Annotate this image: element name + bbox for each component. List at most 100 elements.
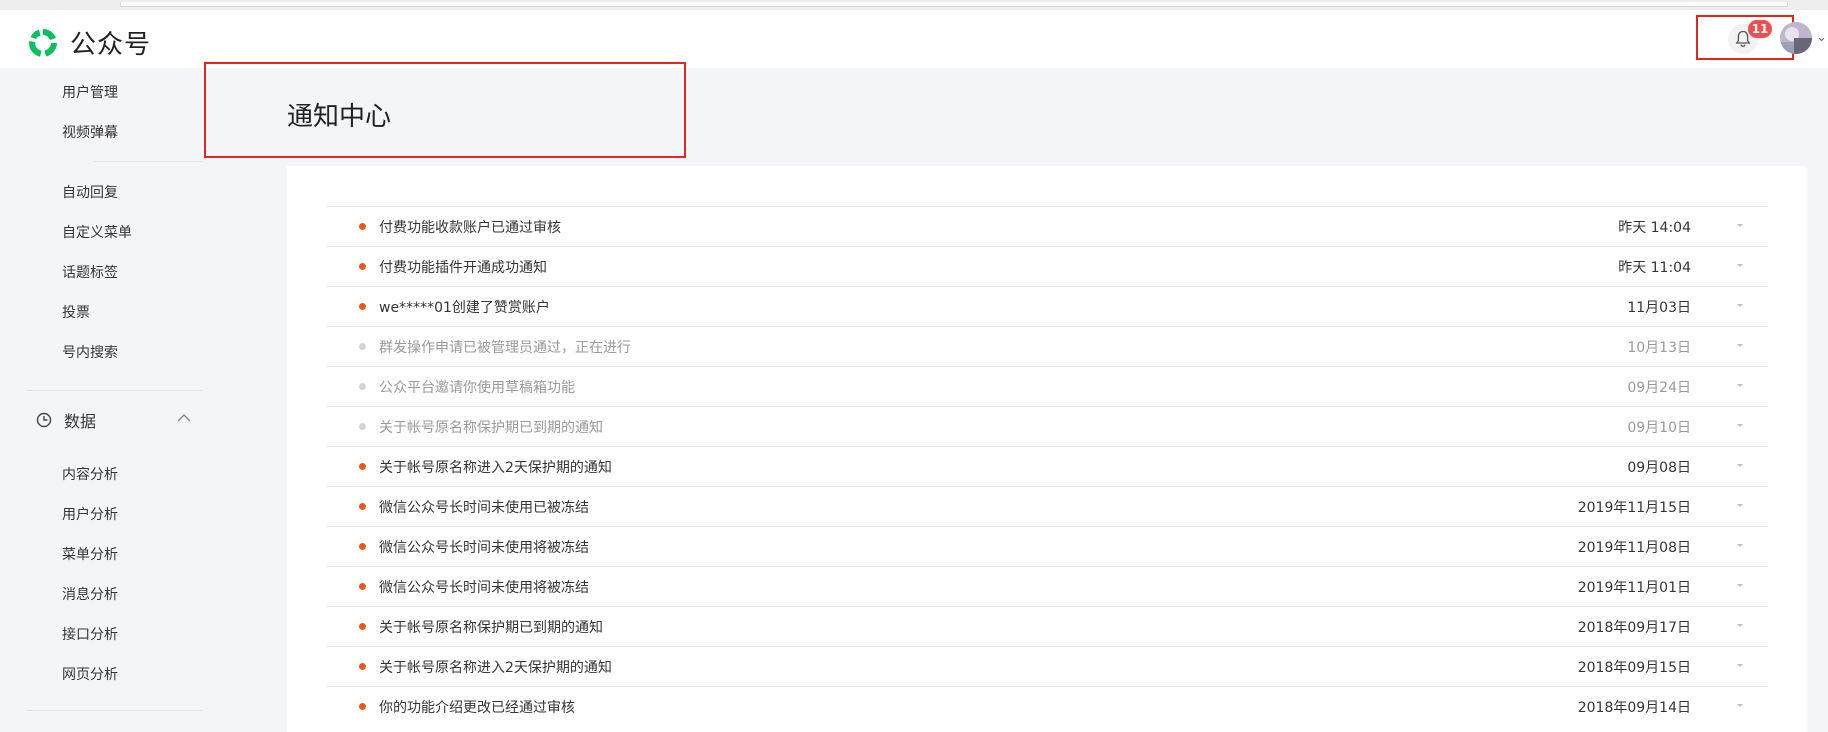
clock-icon <box>36 412 52 428</box>
sidebar-item-custom-menu[interactable]: 自定义菜单 <box>62 222 132 242</box>
sidebar-divider <box>26 390 202 391</box>
expand-caret-icon[interactable] <box>1735 500 1745 510</box>
unread-dot-icon <box>359 303 366 310</box>
unread-dot-icon <box>359 463 366 470</box>
notification-time: 昨天 14:04 <box>1618 219 1691 236</box>
notification-row[interactable]: 微信公众号长时间未使用将被冻结 2019年11月01日 <box>327 566 1767 606</box>
notification-title[interactable]: 关于帐号原名称保护期已到期的通知 <box>379 617 603 637</box>
notification-title[interactable]: 群发操作申请已被管理员通过，正在进行 <box>379 337 631 357</box>
read-dot-icon <box>359 383 366 390</box>
notification-time: 2018年09月15日 <box>1577 659 1691 676</box>
read-dot-icon <box>359 423 366 430</box>
expand-caret-icon[interactable] <box>1735 660 1745 670</box>
notification-row[interactable]: 关于帐号原名称进入2天保护期的通知 09月08日 <box>327 446 1767 486</box>
notification-row[interactable]: 关于帐号原名称保护期已到期的通知 09月10日 <box>327 406 1767 446</box>
logo[interactable]: 公众号 <box>26 24 151 61</box>
notification-count-badge: 11 <box>1748 20 1772 38</box>
expand-caret-icon[interactable] <box>1735 260 1745 270</box>
sidebar-section-label: 数据 <box>64 412 97 431</box>
sidebar-item-auto-reply[interactable]: 自动回复 <box>62 182 118 202</box>
sidebar: 用户管理 视频弹幕 自动回复 自定义菜单 话题标签 投票 号内搜索 内容分析 用… <box>0 68 234 732</box>
notification-time: 昨天 11:04 <box>1618 259 1691 276</box>
expand-caret-icon[interactable] <box>1735 420 1745 430</box>
notification-time: 2019年11月15日 <box>1577 499 1691 516</box>
notification-row[interactable]: 微信公众号长时间未使用已被冻结 2019年11月15日 <box>327 486 1767 526</box>
unread-dot-icon <box>359 223 366 230</box>
app-name: 公众号 <box>70 30 152 60</box>
browser-top-strip <box>0 0 1828 10</box>
notification-title[interactable]: 你的功能介绍更改已经通过审核 <box>379 697 575 717</box>
expand-caret-icon[interactable] <box>1735 580 1745 590</box>
notification-title[interactable]: we*****01创建了赞赏账户 <box>379 297 550 317</box>
sidebar-divider <box>26 710 202 711</box>
notification-time: 09月24日 <box>1627 379 1691 396</box>
sidebar-item-video-danmaku[interactable]: 视频弹幕 <box>62 122 118 142</box>
notification-title[interactable]: 关于帐号原名称进入2天保护期的通知 <box>379 457 612 477</box>
avatar-image-icon <box>1780 22 1812 54</box>
notification-time: 2018年09月14日 <box>1577 699 1691 716</box>
avatar[interactable] <box>1780 22 1812 54</box>
address-bar-edge <box>120 2 1788 7</box>
sidebar-item-vote[interactable]: 投票 <box>62 302 90 322</box>
notification-row[interactable]: 微信公众号长时间未使用将被冻结 2019年11月08日 <box>327 526 1767 566</box>
notification-row[interactable]: 你的功能介绍更改已经通过审核 2018年09月14日 <box>327 686 1767 726</box>
unread-dot-icon <box>359 503 366 510</box>
notification-title[interactable]: 付费功能收款账户已通过审核 <box>379 217 561 237</box>
read-dot-icon <box>359 343 366 350</box>
title-highlight-box <box>204 62 686 158</box>
sidebar-item-menu-analysis[interactable]: 菜单分析 <box>62 544 118 564</box>
expand-caret-icon[interactable] <box>1735 620 1745 630</box>
expand-caret-icon[interactable] <box>1735 220 1745 230</box>
sidebar-item-api-analysis[interactable]: 接口分析 <box>62 624 118 644</box>
notification-time: 09月08日 <box>1627 459 1691 476</box>
notification-row[interactable]: 公众平台邀请你使用草稿箱功能 09月24日 <box>327 366 1767 406</box>
unread-dot-icon <box>359 263 366 270</box>
top-header: 公众号 <box>0 10 1828 68</box>
notification-time: 2019年11月08日 <box>1577 539 1691 556</box>
notification-row[interactable]: 付费功能插件开通成功通知 昨天 11:04 <box>327 246 1767 286</box>
notification-row[interactable]: 关于帐号原名称保护期已到期的通知 2018年09月17日 <box>327 606 1767 646</box>
chevron-up-icon[interactable] <box>176 412 192 424</box>
sidebar-item-content-analysis[interactable]: 内容分析 <box>62 464 118 484</box>
notification-title[interactable]: 微信公众号长时间未使用已被冻结 <box>379 497 589 517</box>
expand-caret-icon[interactable] <box>1735 700 1745 710</box>
sidebar-divider <box>94 161 202 162</box>
sidebar-item-user-management[interactable]: 用户管理 <box>62 82 118 102</box>
expand-caret-icon[interactable] <box>1735 340 1745 350</box>
notification-row[interactable]: 群发操作申请已被管理员通过，正在进行 10月13日 <box>327 326 1767 366</box>
notification-title[interactable]: 微信公众号长时间未使用将被冻结 <box>379 577 589 597</box>
expand-caret-icon[interactable] <box>1735 460 1745 470</box>
notification-time: 11月03日 <box>1627 299 1691 316</box>
sidebar-item-message-analysis[interactable]: 消息分析 <box>62 584 118 604</box>
notification-row[interactable]: 付费功能收款账户已通过审核 昨天 14:04 <box>327 206 1767 246</box>
notification-time: 2018年09月17日 <box>1577 619 1691 636</box>
notification-title[interactable]: 付费功能插件开通成功通知 <box>379 257 547 277</box>
notification-row[interactable]: we*****01创建了赞赏账户 11月03日 <box>327 286 1767 326</box>
unread-dot-icon <box>359 703 366 710</box>
unread-dot-icon <box>359 543 366 550</box>
notification-time: 09月10日 <box>1627 419 1691 436</box>
wechat-mp-logo-icon <box>29 28 57 57</box>
notification-row[interactable]: 关于帐号原名称进入2天保护期的通知 2018年09月15日 <box>327 646 1767 686</box>
notification-title[interactable]: 微信公众号长时间未使用将被冻结 <box>379 537 589 557</box>
notification-time: 2019年11月01日 <box>1577 579 1691 596</box>
notification-time: 10月13日 <box>1627 339 1691 356</box>
notification-list: 付费功能收款账户已通过审核 昨天 14:04 付费功能插件开通成功通知 昨天 11:0… <box>327 206 1767 726</box>
notification-title[interactable]: 关于帐号原名称进入2天保护期的通知 <box>379 657 612 677</box>
notification-title[interactable]: 关于帐号原名称保护期已到期的通知 <box>379 417 603 437</box>
chevron-down-icon[interactable]: ⌄ <box>1816 30 1827 45</box>
unread-dot-icon <box>359 623 366 630</box>
sidebar-item-topic-tags[interactable]: 话题标签 <box>62 262 118 282</box>
expand-caret-icon[interactable] <box>1735 380 1745 390</box>
notification-card: 付费功能收款账户已通过审核 昨天 14:04 付费功能插件开通成功通知 昨天 11:0… <box>287 166 1807 732</box>
page-title: 通知中心 <box>287 102 392 132</box>
expand-caret-icon[interactable] <box>1735 540 1745 550</box>
sidebar-section-data[interactable]: 数据 <box>36 408 96 432</box>
notification-title[interactable]: 公众平台邀请你使用草稿箱功能 <box>379 377 575 397</box>
sidebar-item-webpage-analysis[interactable]: 网页分析 <box>62 664 118 684</box>
sidebar-item-user-analysis[interactable]: 用户分析 <box>62 504 118 524</box>
expand-caret-icon[interactable] <box>1735 300 1745 310</box>
unread-dot-icon <box>359 583 366 590</box>
unread-dot-icon <box>359 663 366 670</box>
sidebar-item-in-account-search[interactable]: 号内搜索 <box>62 342 118 362</box>
